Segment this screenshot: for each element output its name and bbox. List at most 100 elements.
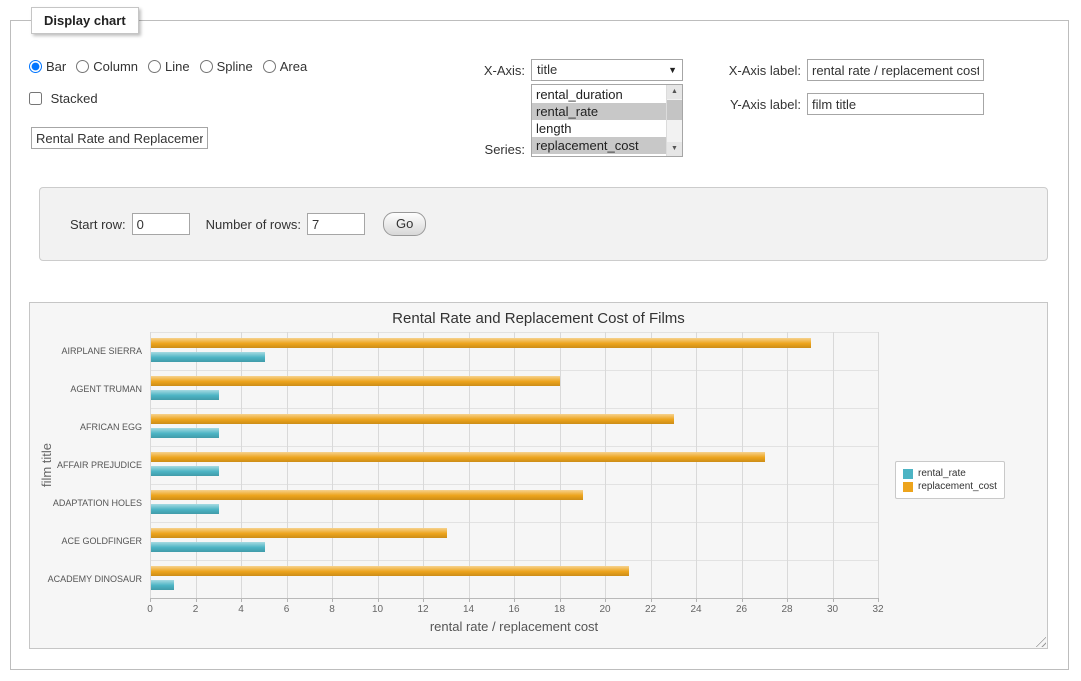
legend-swatch [903, 469, 913, 479]
series-options: rental_durationrental_ratelengthreplacem… [532, 86, 666, 154]
x-axis-tick-label: 4 [226, 604, 256, 615]
grid-line-vertical [787, 332, 788, 598]
chart-type-radio-label[interactable]: Bar [46, 59, 66, 74]
resize-handle-icon[interactable] [1033, 634, 1046, 647]
x-axis-label-input[interactable] [807, 59, 984, 81]
bar-replacement_cost[interactable] [151, 490, 583, 500]
series-option-length[interactable]: length [532, 120, 666, 137]
chart-legend: rental_rate replacement_cost [895, 461, 1005, 499]
legend-item-rental_rate[interactable]: rental_rate [903, 468, 997, 479]
number-of-rows-input[interactable] [307, 213, 365, 235]
x-axis-tick-label: 14 [454, 604, 484, 615]
chart-type-option-spline[interactable]: Spline [200, 59, 253, 74]
chart-type-option-area[interactable]: Area [263, 59, 307, 74]
chart-title-input[interactable] [31, 127, 208, 149]
legend-label: replacement_cost [918, 481, 997, 492]
chevron-down-icon: ▼ [668, 65, 677, 75]
bar-rental_rate[interactable] [151, 390, 219, 400]
bar-rental_rate[interactable] [151, 352, 265, 362]
x-axis-tick-label: 0 [135, 604, 165, 615]
go-button[interactable]: Go [383, 212, 426, 236]
fieldset-legend: Display chart [31, 7, 139, 34]
y-axis-category-label: AFFAIR PREJUDICE [30, 446, 142, 484]
grid-line-vertical [651, 332, 652, 598]
grid-line-vertical [241, 332, 242, 598]
grid-line-vertical [150, 332, 151, 598]
chart-type-radio-bar[interactable] [29, 60, 42, 73]
x-axis-tick-label: 2 [181, 604, 211, 615]
x-axis-tick-label: 8 [317, 604, 347, 615]
legend-label: rental_rate [918, 468, 966, 479]
x-axis-tick-label: 18 [545, 604, 575, 615]
rows-range-panel: Start row: Number of rows: Go [39, 187, 1048, 261]
grid-line-vertical [378, 332, 379, 598]
grid-line-vertical [878, 332, 879, 598]
series-option-replacement_cost[interactable]: replacement_cost [532, 137, 666, 154]
start-row-label: Start row: [70, 217, 126, 232]
chart-type-radio-line[interactable] [148, 60, 161, 73]
y-axis-category-label: AIRPLANE SIERRA [30, 332, 142, 370]
x-axis-tick-label: 20 [590, 604, 620, 615]
chart-title: Rental Rate and Replacement Cost of Film… [30, 310, 1047, 327]
display-chart-fieldset: Display chart BarColumnLineSplineArea St… [10, 20, 1069, 670]
bar-rental_rate[interactable] [151, 580, 174, 590]
grid-line-vertical [514, 332, 515, 598]
series-option-rental_duration[interactable]: rental_duration [532, 86, 666, 103]
chart-type-option-bar[interactable]: Bar [29, 59, 66, 74]
x-axis-tick-label: 12 [408, 604, 438, 615]
grid-line-vertical [742, 332, 743, 598]
y-axis-label-field-label: Y-Axis label: [679, 97, 801, 112]
stacked-label[interactable]: Stacked [51, 91, 98, 106]
chart-type-radio-area[interactable] [263, 60, 276, 73]
chart-x-axis-title: rental rate / replacement cost [150, 619, 878, 634]
bar-replacement_cost[interactable] [151, 452, 765, 462]
x-axis-tick-label: 16 [499, 604, 529, 615]
chart-type-radio-group: Bar Column Line Spline Area [29, 59, 317, 74]
grid-line-vertical [833, 332, 834, 598]
bar-replacement_cost[interactable] [151, 376, 560, 386]
y-axis-label-input[interactable] [807, 93, 984, 115]
bar-rental_rate[interactable] [151, 542, 265, 552]
x-axis-tick-label: 26 [727, 604, 757, 615]
scroll-down-icon[interactable]: ▼ [667, 142, 682, 156]
series-option-rental_rate[interactable]: rental_rate [532, 103, 666, 120]
chart-type-radio-label[interactable]: Area [280, 59, 307, 74]
bar-replacement_cost[interactable] [151, 528, 447, 538]
x-axis-tick-label: 32 [863, 604, 893, 615]
legend-item-replacement_cost[interactable]: replacement_cost [903, 481, 997, 492]
x-axis-tick-label: 22 [636, 604, 666, 615]
grid-line-vertical [696, 332, 697, 598]
bar-replacement_cost[interactable] [151, 414, 674, 424]
start-row-input[interactable] [132, 213, 190, 235]
chart-type-option-column[interactable]: Column [76, 59, 138, 74]
stacked-option[interactable]: Stacked [29, 91, 98, 106]
stacked-checkbox[interactable] [29, 92, 42, 105]
chart-type-radio-label[interactable]: Line [165, 59, 190, 74]
grid-line-vertical [196, 332, 197, 598]
x-axis-label-field-label: X-Axis label: [679, 63, 801, 78]
number-of-rows-label: Number of rows: [206, 217, 301, 232]
x-axis-line [150, 598, 878, 599]
scrollbar[interactable]: ▲ ▼ [666, 85, 682, 156]
chart-type-radio-column[interactable] [76, 60, 89, 73]
chart-type-option-line[interactable]: Line [148, 59, 190, 74]
grid-line-vertical [605, 332, 606, 598]
chart-type-radio-spline[interactable] [200, 60, 213, 73]
bar-rental_rate[interactable] [151, 504, 219, 514]
chart-type-radio-label[interactable]: Column [93, 59, 138, 74]
grid-line-vertical [560, 332, 561, 598]
bar-rental_rate[interactable] [151, 428, 219, 438]
x-axis-tick-label: 30 [818, 604, 848, 615]
bar-replacement_cost[interactable] [151, 566, 629, 576]
grid-line-vertical [469, 332, 470, 598]
chart-container: Rental Rate and Replacement Cost of Film… [29, 302, 1048, 649]
bar-rental_rate[interactable] [151, 466, 219, 476]
bar-replacement_cost[interactable] [151, 338, 811, 348]
series-multiselect[interactable]: rental_durationrental_ratelengthreplacem… [531, 84, 683, 157]
x-axis-tick [878, 598, 879, 602]
grid-line-vertical [287, 332, 288, 598]
x-axis-tick-label: 6 [272, 604, 302, 615]
x-axis-select[interactable]: title ▼ [531, 59, 683, 81]
chart-type-radio-label[interactable]: Spline [217, 59, 253, 74]
x-axis-field-label: X-Axis: [415, 63, 525, 78]
